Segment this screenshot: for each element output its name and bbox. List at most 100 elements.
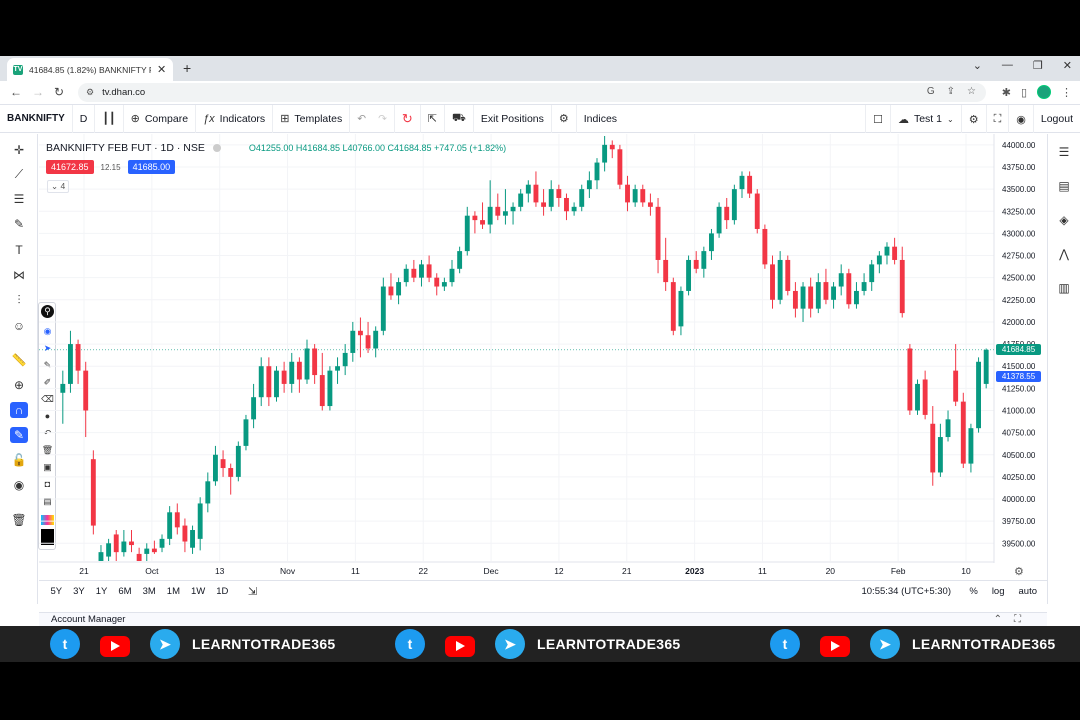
close-window-icon[interactable]: ✕: [1063, 59, 1072, 72]
range-button-1m[interactable]: 1M: [161, 586, 185, 597]
basket-button[interactable]: ⛟: [445, 104, 474, 133]
range-button-6m[interactable]: 6M: [113, 586, 137, 597]
tradingview-favicon-icon: TV: [13, 64, 23, 75]
compare-button[interactable]: ⊕ Compare: [124, 104, 197, 133]
log-scale-toggle[interactable]: log: [992, 586, 1005, 597]
chart-line-icon[interactable]: ⋀: [1056, 246, 1072, 262]
exit-positions-button[interactable]: Exit Positions: [474, 104, 552, 133]
fib-lines-icon[interactable]: ☰: [10, 191, 28, 207]
maximize-icon[interactable]: ❐: [1033, 59, 1043, 72]
indices-button[interactable]: Indices: [577, 105, 624, 133]
y-tick-label: 41500.00: [1002, 362, 1036, 371]
share-icon[interactable]: ⇪: [947, 86, 955, 97]
legend-title[interactable]: BANKNIFTY FEB FUT · 1D · NSE: [46, 142, 205, 154]
layout-name-button[interactable]: ☁ Test 1 ⌄: [891, 105, 962, 133]
layers-icon[interactable]: ◈: [1056, 212, 1072, 228]
templates-button[interactable]: ⊞ Templates: [273, 104, 351, 133]
candle-body: [701, 251, 707, 269]
auto-scale-toggle[interactable]: auto: [1019, 586, 1038, 597]
maximize-panel-icon[interactable]: ⛶: [1014, 614, 1033, 625]
trash-icon[interactable]: 🗑: [10, 512, 28, 528]
magnet-icon[interactable]: ∩: [10, 402, 28, 418]
minimize-icon[interactable]: —: [1002, 59, 1013, 72]
chevron-up-icon[interactable]: ⌃: [994, 614, 1014, 625]
indicators-collapse-button[interactable]: ⌄ 4: [47, 180, 70, 193]
indicators-button[interactable]: ƒx Indicators: [196, 104, 274, 133]
data-window-icon[interactable]: ▥: [1056, 280, 1072, 296]
x-tick-label: 21: [79, 566, 89, 576]
zoom-icon[interactable]: ⊕: [10, 377, 28, 393]
exchange-clock[interactable]: 10:55:34 (UTC+5:30): [861, 586, 951, 597]
ruler-icon[interactable]: 📏: [10, 352, 28, 368]
watchlist-icon[interactable]: ☰: [1056, 144, 1072, 160]
pattern-icon[interactable]: ⋈: [10, 267, 28, 283]
extensions-icon[interactable]: ✱: [1002, 86, 1011, 99]
google-lens-icon[interactable]: G: [927, 86, 935, 97]
buy-button[interactable]: 41685.00: [127, 160, 176, 174]
account-manager-panel: Account Manager ⌃⛶: [39, 612, 1047, 626]
percent-scale-toggle[interactable]: %: [969, 586, 977, 597]
cloud-icon: ☁: [897, 113, 909, 126]
profile-avatar[interactable]: [1037, 85, 1051, 99]
logout-label: Logout: [1040, 113, 1073, 125]
tab-close-icon[interactable]: ✕: [157, 63, 166, 76]
symbol-search-button[interactable]: BANKNIFTY: [0, 104, 73, 133]
trend-line-icon[interactable]: ⟋: [10, 166, 28, 182]
candle-body: [144, 548, 150, 554]
settings-button[interactable]: ⚙: [962, 105, 987, 133]
y-tick-label: 43500.00: [1002, 185, 1036, 194]
fullscreen-button[interactable]: ⛶: [987, 105, 1010, 133]
range-button-3y[interactable]: 3Y: [68, 586, 91, 597]
lock-icon[interactable]: 🔓: [10, 452, 28, 468]
layout-select-button[interactable]: ☐: [865, 105, 891, 133]
stay-drawing-icon[interactable]: ✎: [10, 427, 28, 443]
eye-icon[interactable]: ◉: [10, 477, 28, 493]
candle-body: [640, 189, 646, 203]
tab-search-icon[interactable]: ⌄: [973, 59, 982, 72]
smiley-icon[interactable]: ☺: [10, 318, 28, 334]
reload-icon[interactable]: ↻: [54, 85, 64, 99]
side-panel-icon[interactable]: ▯: [1021, 86, 1027, 99]
account-manager-label[interactable]: Account Manager: [51, 614, 125, 625]
logout-button[interactable]: Logout: [1034, 105, 1080, 133]
range-button-3m[interactable]: 3M: [137, 586, 161, 597]
redo-icon[interactable]: ↷: [378, 113, 387, 125]
crosshair-icon[interactable]: ✛: [10, 142, 28, 158]
chart-type-button[interactable]: ┃┃: [95, 104, 124, 133]
new-tab-button[interactable]: +: [183, 60, 191, 76]
candle-body: [945, 419, 951, 438]
date-range-calendar-icon[interactable]: ⇲: [248, 585, 257, 598]
alerts-icon[interactable]: ▤: [1056, 178, 1072, 194]
sell-button[interactable]: 41672.85: [46, 160, 94, 174]
interval-button[interactable]: D: [73, 104, 96, 133]
site-info-icon[interactable]: ⚙: [86, 87, 94, 98]
candle-body: [98, 552, 104, 561]
popout-button[interactable]: ⇱: [421, 104, 446, 133]
snapshot-button[interactable]: ◉: [1009, 105, 1034, 133]
brand-text: LEARNTOTRADE365: [912, 636, 1056, 652]
range-button-5y[interactable]: 5Y: [45, 586, 68, 597]
range-button-1w[interactable]: 1W: [185, 586, 210, 597]
refresh-button[interactable]: ↻: [395, 104, 421, 133]
undo-icon[interactable]: ↶: [357, 113, 366, 125]
fx-icon: ƒx: [203, 112, 215, 125]
menu-kebab-icon[interactable]: ⋮: [1061, 86, 1072, 99]
forecast-icon[interactable]: ⫶: [10, 292, 28, 308]
bookmark-star-icon[interactable]: ☆: [967, 86, 976, 97]
price-chart[interactable]: 39500.00 39750.00 40000.00 40250.00 40500.00…: [39, 134, 1045, 604]
candle-body: [480, 220, 485, 225]
brush-icon[interactable]: ✎: [10, 216, 28, 232]
candle-body: [464, 215, 470, 252]
x-tick-label: 21: [622, 566, 632, 576]
text-tool-icon[interactable]: T: [10, 242, 28, 258]
range-button-1d[interactable]: 1D: [211, 586, 234, 597]
address-bar[interactable]: ⚙ tv.dhan.co G ⇪ ☆: [78, 83, 986, 102]
forward-icon[interactable]: →: [32, 85, 44, 99]
y-tick-label: 43250.00: [1002, 207, 1036, 216]
indices-settings-button[interactable]: ⚙: [552, 104, 577, 133]
x-tick-label: 11: [351, 566, 360, 576]
browser-tab[interactable]: TV 41684.85 (1.82%) BANKNIFTY FE ✕: [7, 58, 173, 81]
range-button-1y[interactable]: 1Y: [90, 586, 113, 597]
candle-body: [396, 282, 402, 296]
back-icon[interactable]: ←: [10, 85, 22, 99]
